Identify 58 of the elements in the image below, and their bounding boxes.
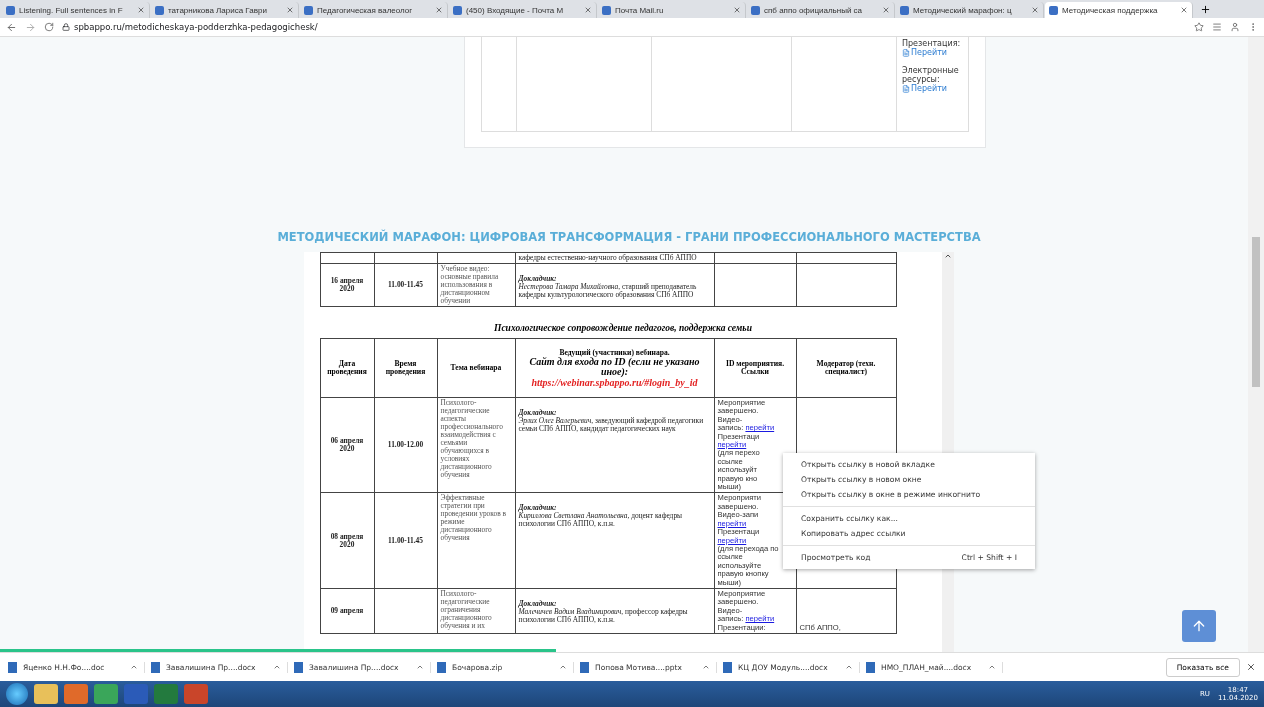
- caret-icon: [273, 663, 281, 671]
- close-icon: [137, 6, 145, 14]
- file-icon: [151, 661, 160, 673]
- caret-icon: [416, 663, 424, 671]
- scroll-top-button[interactable]: [1182, 610, 1216, 642]
- scroll-up-icon: [944, 252, 952, 260]
- close-icon: [882, 6, 890, 14]
- material-label: Презентация:: [902, 39, 962, 48]
- menu-icon[interactable]: [1212, 22, 1222, 32]
- new-tab-icon[interactable]: [1200, 4, 1211, 15]
- favicon-icon: [751, 5, 760, 15]
- bookmark-icon[interactable]: [1194, 22, 1204, 32]
- file-icon: [866, 661, 875, 673]
- favicon-icon: [155, 5, 164, 15]
- material-label: Электронные ресурсы:: [902, 66, 960, 84]
- file-icon: [437, 661, 446, 673]
- favicon-icon: [1049, 5, 1058, 15]
- file-icon: [902, 84, 910, 93]
- close-icon: [286, 6, 294, 14]
- favicon-icon: [6, 5, 15, 15]
- header-subtitle: Сайт для входа по ID (если не указано иное):: [528, 356, 701, 377]
- table-cell: [374, 588, 437, 634]
- section-heading: МЕТОДИЧЕСКИЙ МАРАФОН: ЦИФРОВАЯ ТРАНСФОРМАЦИЯ - ГРАНИ ПРОФЕССИОНАЛЬНОГО МАСТЕРСТВА: [277, 230, 981, 244]
- page-scrollbar[interactable]: [1248, 37, 1264, 652]
- lock-icon: [62, 23, 70, 31]
- caret-icon: [702, 663, 710, 671]
- close-icon: [1180, 6, 1188, 14]
- table-cell: [374, 252, 437, 264]
- favicon-icon: [900, 5, 909, 15]
- favicon-icon: [304, 5, 313, 15]
- close-icon[interactable]: [1246, 662, 1256, 672]
- caret-icon: [559, 663, 567, 671]
- profile-icon[interactable]: [1230, 22, 1240, 32]
- close-icon: [1031, 6, 1039, 14]
- table-cell: [320, 252, 374, 264]
- close-icon: [584, 6, 592, 14]
- favicon-icon: [602, 5, 611, 15]
- caret-icon: [845, 663, 853, 671]
- file-icon: [580, 661, 589, 673]
- go-link[interactable]: Перейти: [902, 84, 963, 93]
- webinar-url: https://webinar.spbappo.ru/#login_by_id: [530, 376, 699, 388]
- back-icon[interactable]: [6, 21, 17, 33]
- browser-tab[interactable]: Методическая поддержка: [1045, 2, 1193, 18]
- url-field[interactable]: spbappo.ru/metodicheskaya-podderzhka-pedagogichesk/: [62, 22, 1186, 32]
- caret-icon: [988, 663, 996, 671]
- forward-icon[interactable]: [25, 21, 36, 33]
- close-icon: [435, 6, 443, 14]
- close-icon: [733, 6, 741, 14]
- reload-icon[interactable]: [44, 22, 54, 32]
- table-title: Психологическое сопровождение педагогов, поддержка семьи: [494, 323, 752, 333]
- start-button[interactable]: [6, 683, 28, 705]
- favicon-icon: [453, 5, 462, 15]
- go-link[interactable]: Перейти: [902, 48, 963, 57]
- file-icon: [8, 661, 17, 673]
- file-icon: [294, 661, 303, 673]
- file-icon: [723, 661, 732, 673]
- caret-icon: [130, 663, 138, 671]
- file-icon: [902, 48, 910, 57]
